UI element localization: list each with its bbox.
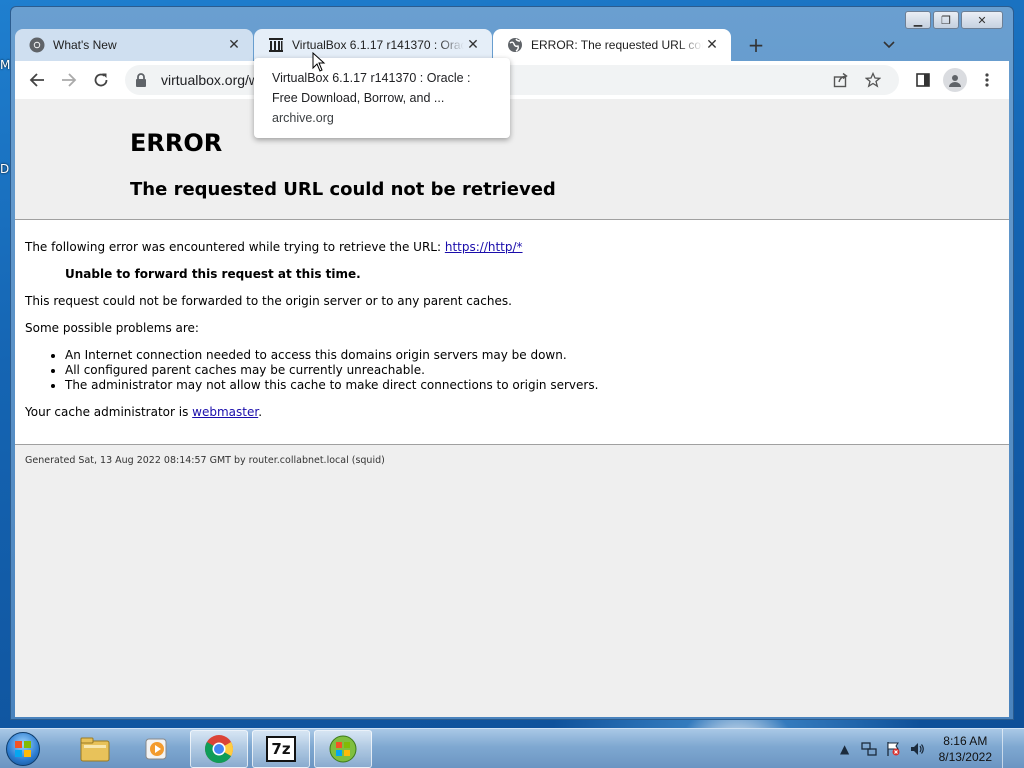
- tab-title: What's New: [53, 38, 117, 52]
- generated-footer: Generated Sat, 13 Aug 2022 08:14:57 GMT …: [25, 455, 385, 466]
- browser-window: ▁ ❐ ✕ What's New ✕ VirtualBox 6.1.17 r14…: [10, 6, 1014, 720]
- tab-virtualbox-archive[interactable]: VirtualBox 6.1.17 r141370 : Oracle : Fre…: [254, 29, 492, 61]
- desktop-icon-label-stub[interactable]: M: [0, 58, 10, 72]
- admin-prefix: Your cache administrator is: [25, 405, 193, 419]
- taskbar-7zip[interactable]: 7z: [252, 729, 310, 768]
- media-player-icon: [145, 738, 167, 759]
- windows-logo-icon: [6, 731, 40, 766]
- error-intro-text: The following error was encountered whil…: [25, 240, 445, 254]
- hover-card-domain: archive.org: [272, 111, 334, 125]
- system-tray: ▲ 8:16 AM 8/13/2022: [831, 729, 1014, 768]
- start-button[interactable]: [0, 729, 46, 768]
- taskbar-explorer[interactable]: [66, 730, 124, 768]
- taskbar-chrome[interactable]: [190, 729, 248, 768]
- page-content: ERROR The requested URL could not be ret…: [15, 99, 1009, 717]
- error-intro: The following error was encountered whil…: [25, 240, 999, 255]
- tab-whats-new[interactable]: What's New ✕: [15, 29, 253, 61]
- clock-date: 8/13/2022: [938, 750, 992, 764]
- clock-time: 8:16 AM: [943, 734, 988, 748]
- show-desktop-button[interactable]: [1002, 729, 1014, 768]
- tab-close-icon[interactable]: ✕: [225, 36, 243, 54]
- explorer-icon: [80, 737, 110, 761]
- profile-button[interactable]: [939, 64, 971, 96]
- new-tab-button[interactable]: +: [742, 31, 770, 59]
- tab-title: VirtualBox 6.1.17 r141370 : Oracle : Fre…: [292, 38, 464, 52]
- list-item: An Internet connection needed to access …: [65, 348, 999, 363]
- desktop-icon-label-stub[interactable]: D: [0, 162, 10, 176]
- side-panel-button[interactable]: [907, 64, 939, 96]
- tab-strip: What's New ✕ VirtualBox 6.1.17 r141370 :…: [15, 23, 1009, 61]
- tab-close-icon[interactable]: ✕: [464, 36, 482, 54]
- side-panel-icon: [916, 73, 930, 87]
- forward-button[interactable]: [53, 64, 85, 96]
- taskbar-media-player[interactable]: [128, 730, 186, 768]
- volume-icon[interactable]: [907, 739, 927, 759]
- admin-suffix: .: [258, 405, 263, 419]
- tab-error[interactable]: ERROR: The requested URL could not be re…: [493, 29, 731, 61]
- browser-toolbar: virtualbox.org/w: [15, 61, 1009, 99]
- lock-icon[interactable]: [135, 73, 153, 87]
- show-hidden-icons-button[interactable]: ▲: [835, 739, 855, 759]
- kebab-menu-icon: [985, 73, 989, 87]
- star-icon: [865, 72, 881, 88]
- chevron-down-icon: [883, 41, 895, 49]
- hover-card-title: VirtualBox 6.1.17 r141370 : Oracle : Fre…: [272, 71, 471, 105]
- mouse-cursor-icon: [312, 51, 326, 76]
- tab-close-icon[interactable]: ✕: [703, 36, 721, 54]
- 7zip-label: 7z: [271, 739, 291, 758]
- address-bar[interactable]: virtualbox.org/w: [125, 65, 899, 95]
- network-icon[interactable]: [859, 739, 879, 759]
- chrome-icon: [205, 734, 233, 763]
- globe-icon: [507, 37, 523, 53]
- list-item: The administrator may not allow this cac…: [65, 378, 999, 393]
- list-item: All configured parent caches may be curr…: [65, 363, 999, 378]
- reload-button[interactable]: [85, 64, 117, 96]
- arrow-left-icon: [29, 73, 44, 87]
- error-header: ERROR The requested URL could not be ret…: [15, 99, 1009, 219]
- bookmark-button[interactable]: [857, 64, 889, 96]
- error-details: The following error was encountered whil…: [15, 220, 1009, 444]
- taskbar-windows-update[interactable]: [314, 729, 372, 768]
- problems-intro: Some possible problems are:: [25, 321, 199, 335]
- windows-update-icon: [329, 735, 357, 762]
- avatar-icon: [943, 68, 967, 92]
- action-center-flag-icon[interactable]: [883, 739, 903, 759]
- admin-line: Your cache administrator is webmaster.: [25, 405, 999, 420]
- back-button[interactable]: [21, 64, 53, 96]
- reload-icon: [94, 73, 108, 87]
- share-button[interactable]: [825, 64, 857, 96]
- page-subtitle: The requested URL could not be retrieved: [130, 179, 556, 200]
- share-icon: [833, 72, 848, 88]
- chrome-icon: [29, 37, 45, 53]
- forward-message: This request could not be forwarded to t…: [25, 294, 512, 308]
- menu-button[interactable]: [971, 64, 1003, 96]
- tab-title: ERROR: The requested URL could not be re…: [531, 38, 703, 52]
- error-reason: Unable to forward this request at this t…: [65, 267, 361, 281]
- taskbar: 7z ▲ 8:16 AM 8/13/2022: [0, 728, 1024, 768]
- system-clock[interactable]: 8:16 AM 8/13/2022: [939, 733, 992, 765]
- tab-hover-card: VirtualBox 6.1.17 r141370 : Oracle : Fre…: [254, 58, 510, 138]
- arrow-right-icon: [62, 73, 77, 87]
- problems-list: An Internet connection needed to access …: [65, 348, 999, 393]
- requested-url-link[interactable]: https://http/*: [445, 240, 523, 254]
- tab-search-button[interactable]: [877, 33, 901, 57]
- 7zip-icon: 7z: [266, 735, 296, 762]
- archive-icon: [268, 37, 284, 53]
- webmaster-link[interactable]: webmaster: [192, 405, 258, 419]
